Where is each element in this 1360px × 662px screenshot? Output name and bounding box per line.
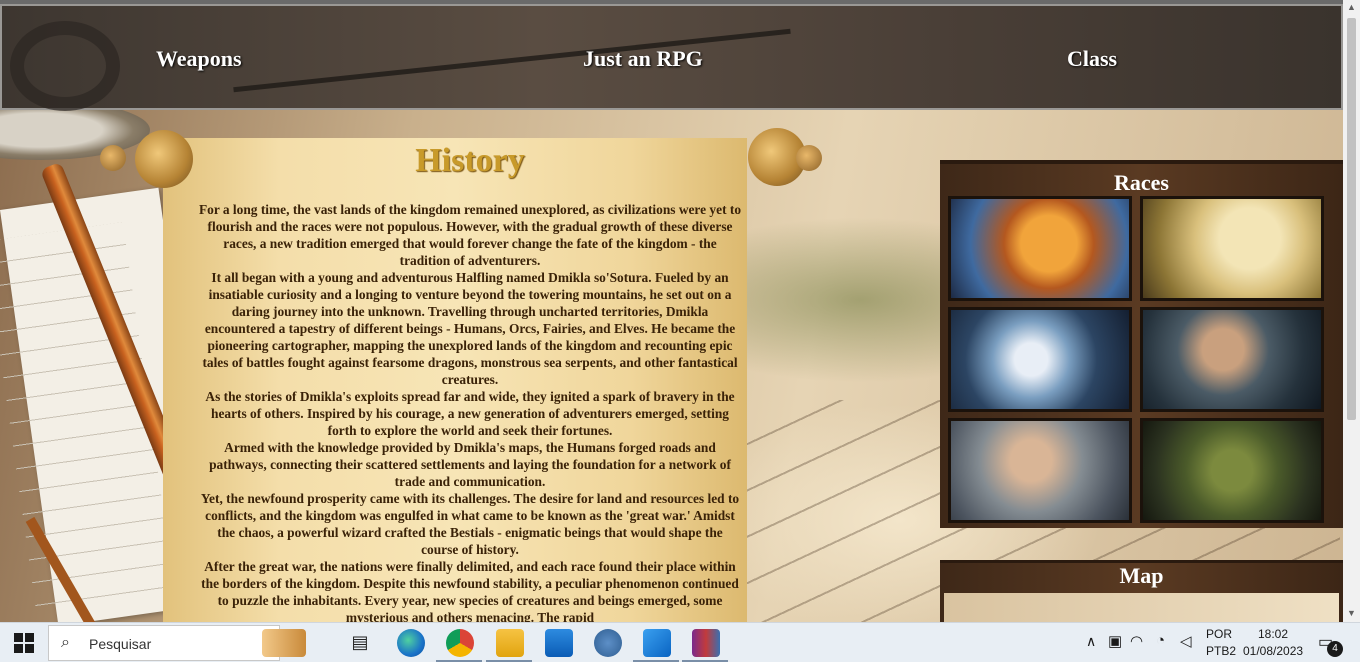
search-placeholder: Pesquisar bbox=[89, 636, 152, 652]
mail-icon[interactable] bbox=[545, 629, 573, 657]
race-image-human[interactable] bbox=[948, 418, 1132, 523]
page-scrollbar[interactable]: ▲ ▼ bbox=[1343, 0, 1360, 622]
history-paragraph: Armed with the knowledge provided by Dmi… bbox=[209, 440, 731, 489]
background-scene: Weapons Just an RPG Class History For a … bbox=[0, 0, 1343, 622]
task-view-icon[interactable]: ▤ bbox=[346, 629, 374, 657]
races-title: Races bbox=[1114, 170, 1169, 195]
nav-class-link[interactable]: Class bbox=[1067, 46, 1117, 72]
taskbar-search[interactable]: ⌕ Pesquisar bbox=[48, 625, 280, 661]
scroll-down-icon[interactable]: ▼ bbox=[1347, 608, 1356, 618]
race-image-tiger[interactable] bbox=[948, 196, 1132, 301]
quill-decoration bbox=[233, 28, 791, 93]
edge-icon[interactable] bbox=[397, 629, 425, 657]
tray-language-bottom[interactable]: PTB2 bbox=[1206, 644, 1236, 658]
nav-home-link[interactable]: Just an RPG bbox=[583, 46, 703, 72]
notification-count-badge: 4 bbox=[1327, 641, 1343, 657]
inkwell-decoration bbox=[10, 21, 120, 111]
history-paragraph: As the stories of Dmikla's exploits spre… bbox=[205, 389, 735, 438]
tray-language-top[interactable]: POR bbox=[1206, 627, 1232, 641]
history-paragraph: It all began with a young and adventurou… bbox=[202, 270, 738, 387]
postgres-icon[interactable] bbox=[594, 629, 622, 657]
history-text: For a long time, the vast lands of the k… bbox=[198, 201, 742, 622]
news-widget-icon[interactable] bbox=[262, 629, 306, 657]
race-image-knight[interactable] bbox=[1140, 307, 1324, 412]
search-icon: ⌕ bbox=[61, 634, 70, 651]
race-image-orc[interactable] bbox=[1140, 418, 1324, 523]
winrar-icon[interactable] bbox=[692, 629, 720, 657]
navbar: Weapons Just an RPG Class bbox=[0, 4, 1343, 111]
nav-weapons-link[interactable]: Weapons bbox=[156, 46, 242, 72]
scroll-right-knob bbox=[796, 145, 822, 171]
history-paragraph: Yet, the newfound prosperity came with i… bbox=[200, 491, 740, 557]
windows-start-icon[interactable] bbox=[14, 633, 34, 653]
scroll-thumb[interactable] bbox=[1347, 18, 1356, 420]
tray-network-icon[interactable]: ◔ bbox=[1156, 632, 1165, 649]
tray-time[interactable]: 18:02 bbox=[1258, 627, 1288, 641]
tray-volume-icon[interactable]: ◁ bbox=[1180, 632, 1192, 650]
map-title: Map bbox=[1119, 563, 1164, 588]
map-image[interactable] bbox=[944, 593, 1339, 622]
history-paragraph: For a long time, the vast lands of the k… bbox=[198, 202, 742, 268]
history-title: History bbox=[415, 142, 525, 179]
scroll-up-icon[interactable]: ▲ bbox=[1347, 2, 1356, 12]
taskbar: ⌕ Pesquisar ▤ ∧ ▣ ◠ ◔ ◁ POR PTB2 18:02 0… bbox=[0, 622, 1360, 662]
chrome-icon[interactable] bbox=[446, 629, 474, 657]
race-image-fairy[interactable] bbox=[948, 307, 1132, 412]
race-image-elf[interactable] bbox=[1140, 196, 1324, 301]
scroll-left-knob bbox=[100, 145, 126, 171]
history-paragraph: After the great war, the nations were fi… bbox=[201, 559, 739, 622]
races-panel: Races bbox=[940, 160, 1343, 528]
file-explorer-icon[interactable] bbox=[496, 629, 524, 657]
tray-date[interactable]: 01/08/2023 bbox=[1243, 644, 1303, 658]
vscode-icon[interactable] bbox=[643, 629, 671, 657]
tray-wifi-icon[interactable]: ◠ bbox=[1130, 632, 1143, 650]
tray-chevron-up-icon[interactable]: ∧ bbox=[1086, 633, 1096, 650]
map-panel: Map bbox=[940, 560, 1343, 622]
tray-monitor-icon[interactable]: ▣ bbox=[1108, 632, 1122, 650]
